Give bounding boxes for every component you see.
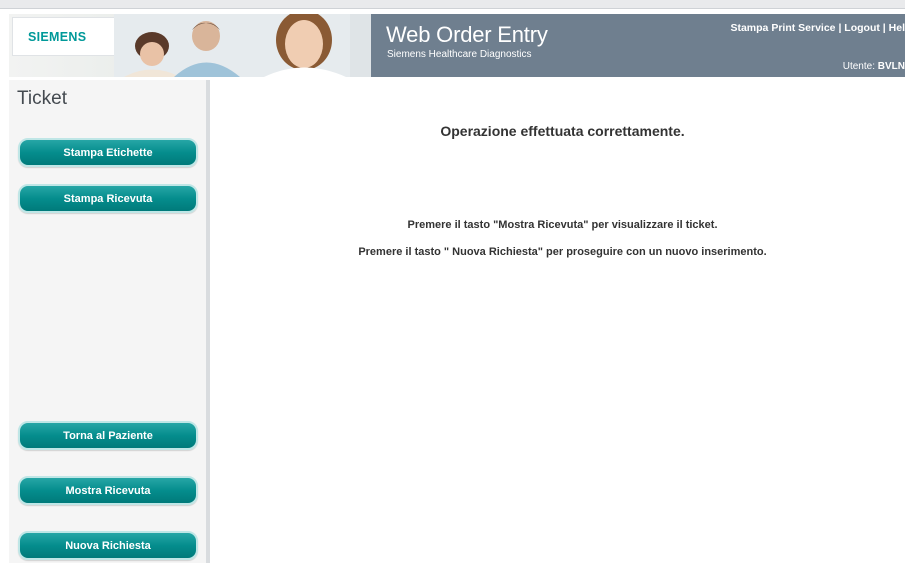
app-subtitle: Siemens Healthcare Diagnostics	[387, 49, 532, 60]
sidebar-title: Ticket	[17, 88, 67, 109]
header-title-bar: Web Order Entry Siemens Healthcare Diagn…	[371, 14, 905, 77]
instruction-line: Premere il tasto "Mostra Ricevuta" per v…	[407, 219, 718, 231]
stampa-etichette-button[interactable]: Stampa Etichette	[18, 138, 198, 167]
success-message: Operazione effettuata correttamente.	[440, 123, 685, 139]
user-label: Utente:	[842, 61, 875, 72]
mostra-ricevuta-button[interactable]: Mostra Ricevuta	[18, 476, 198, 505]
app-title: Web Order Entry	[386, 22, 548, 47]
app-header: SIEMENS Web Order Entry Siemens Healthca…	[9, 14, 905, 77]
current-user: Utente: BVLN	[843, 61, 905, 72]
instruction-line: Premere il tasto " Nuova Richiesta" per …	[358, 246, 767, 258]
main-content: Operazione effettuata correttamente. Pre…	[210, 80, 905, 563]
banner-photo	[114, 14, 371, 77]
top-links: Stampa Print Service | Logout | Hel	[730, 22, 905, 34]
logout-link[interactable]: Logout	[844, 22, 880, 34]
nuova-richiesta-button[interactable]: Nuova Richiesta	[18, 531, 198, 560]
sidebar: Ticket Stampa Etichette Stampa Ricevuta …	[9, 80, 210, 563]
stampa-print-service-link[interactable]: Stampa Print Service	[730, 22, 835, 34]
brand-name: SIEMENS	[28, 30, 87, 44]
header-banner: SIEMENS	[9, 14, 371, 77]
siemens-logo: SIEMENS	[12, 17, 118, 56]
help-link[interactable]: Hel	[889, 22, 905, 34]
user-value: BVLN	[877, 61, 905, 72]
stampa-ricevuta-button[interactable]: Stampa Ricevuta	[18, 184, 198, 213]
browser-top-strip	[0, 0, 905, 9]
torna-al-paziente-button[interactable]: Torna al Paziente	[18, 421, 198, 450]
